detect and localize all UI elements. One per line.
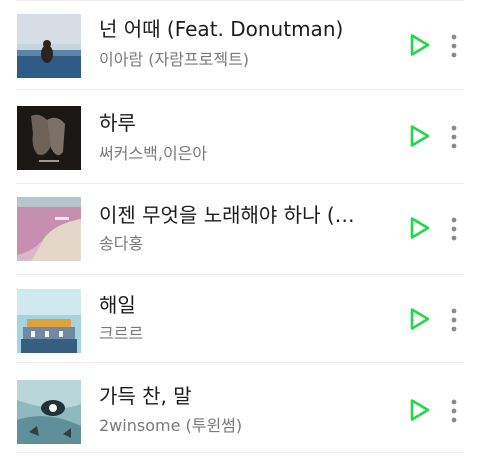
song-artist: 써커스백,이은아 <box>99 144 208 163</box>
album-art <box>17 14 81 78</box>
album-art <box>17 380 81 444</box>
song-artist: 크르르 <box>99 324 144 343</box>
song-artist: 이아람 (자람프로젝트) <box>99 50 250 69</box>
more-vertical-icon[interactable] <box>446 122 462 152</box>
song-title[interactable]: 넌 어때 (Feat. Donutman) <box>99 16 389 42</box>
play-icon[interactable] <box>405 305 433 333</box>
song-row[interactable]: 넌 어때 (Feat. Donutman) 이아람 (자람프로젝트) <box>0 0 480 92</box>
song-title[interactable]: 하루 <box>99 110 389 136</box>
song-row[interactable]: 하루 써커스백,이은아 <box>0 92 480 184</box>
more-vertical-icon[interactable] <box>446 396 462 426</box>
divider <box>16 89 464 90</box>
song-artist: 2winsome (투윈썸) <box>99 416 243 435</box>
song-row[interactable]: 해일 크르르 <box>0 275 480 367</box>
song-artist: 송다홍 <box>99 234 144 253</box>
album-art <box>17 106 81 170</box>
divider <box>16 362 464 363</box>
song-title[interactable]: 가득 찬, 말 <box>99 383 389 409</box>
play-icon[interactable] <box>405 214 433 242</box>
more-vertical-icon[interactable] <box>446 31 462 61</box>
song-title[interactable]: 해일 <box>99 292 389 318</box>
play-icon[interactable] <box>405 122 433 150</box>
album-art <box>17 197 81 261</box>
song-row[interactable]: 가득 찬, 말 2winsome (투윈썸) <box>0 365 480 457</box>
play-icon[interactable] <box>405 396 433 424</box>
more-vertical-icon[interactable] <box>446 214 462 244</box>
song-title[interactable]: 이젠 무엇을 노래해야 하나 (… <box>99 202 389 228</box>
more-vertical-icon[interactable] <box>446 305 462 335</box>
play-icon[interactable] <box>405 31 433 59</box>
album-art <box>17 289 81 353</box>
divider <box>16 452 464 453</box>
song-list: 넌 어때 (Feat. Donutman) 이아람 (자람프로젝트) 하루 써커… <box>0 0 480 470</box>
song-row[interactable]: 이젠 무엇을 노래해야 하나 (… 송다홍 <box>0 184 480 276</box>
